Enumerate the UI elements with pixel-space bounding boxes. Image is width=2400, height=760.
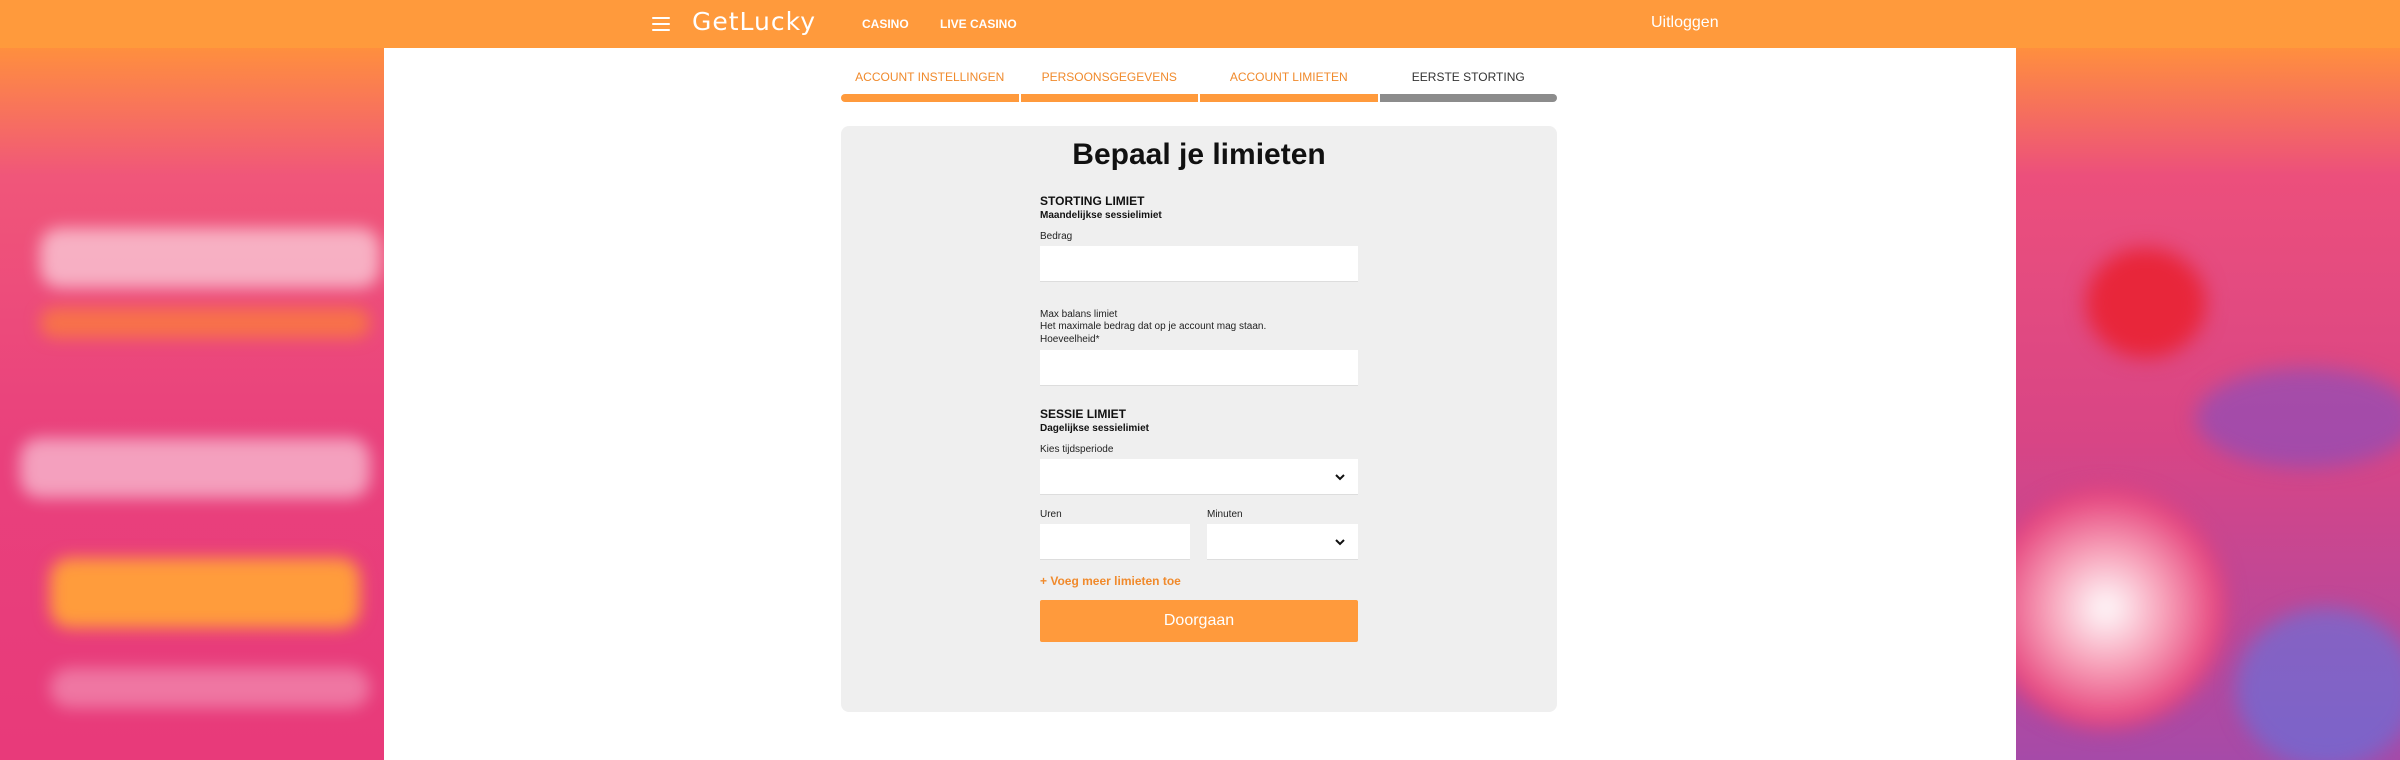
step-label: PERSOONSGEGEVENS bbox=[1041, 70, 1177, 84]
continue-button[interactable]: Doorgaan bbox=[1040, 600, 1358, 642]
add-more-limits-link[interactable]: + Voeg meer limieten toe bbox=[1040, 574, 1358, 588]
step-progress-bar bbox=[1020, 94, 1198, 102]
max-balance-description: Het maximale bedrag dat op je account ma… bbox=[1040, 321, 1267, 332]
background-banner-right bbox=[2016, 48, 2400, 760]
step-label: ACCOUNT INSTELLINGEN bbox=[855, 70, 1005, 84]
quantity-label: Hoeveelheid* bbox=[1040, 334, 1100, 345]
top-navigation: GetLucky CASINO LIVE CASINO Uitloggen bbox=[0, 0, 2400, 48]
progress-steps: ACCOUNT INSTELLINGEN PERSOONSGEGEVENS AC… bbox=[841, 70, 1557, 104]
nav-link-live-casino[interactable]: LIVE CASINO bbox=[940, 17, 1017, 31]
session-limit-title: SESSIE LIMIET bbox=[1040, 407, 1127, 421]
chevron-down-icon bbox=[1335, 539, 1345, 546]
step-account-settings[interactable]: ACCOUNT INSTELLINGEN bbox=[841, 70, 1019, 104]
form-title: Bepaal je limieten bbox=[1072, 138, 1326, 171]
quantity-input[interactable] bbox=[1040, 350, 1358, 386]
minutes-select[interactable] bbox=[1207, 524, 1358, 560]
limits-form: STORTING LIMIET Maandelijkse sessielimie… bbox=[1040, 194, 1358, 642]
main-panel: ACCOUNT INSTELLINGEN PERSOONSGEGEVENS AC… bbox=[384, 48, 2016, 760]
chevron-down-icon bbox=[1335, 474, 1345, 481]
step-personal-details[interactable]: PERSOONSGEGEVENS bbox=[1020, 70, 1198, 104]
step-first-deposit[interactable]: EERSTE STORTING bbox=[1379, 70, 1557, 104]
hours-input[interactable] bbox=[1040, 524, 1190, 560]
logo[interactable]: GetLucky bbox=[692, 7, 816, 36]
deposit-limit-subtitle: Maandelijkse sessielimiet bbox=[1040, 210, 1162, 221]
deposit-limit-title: STORTING LIMIET bbox=[1040, 194, 1145, 208]
step-progress-bar bbox=[1200, 94, 1378, 102]
hamburger-menu-icon[interactable] bbox=[652, 17, 670, 31]
step-label: EERSTE STORTING bbox=[1411, 70, 1525, 84]
period-label: Kies tijdsperiode bbox=[1040, 444, 1114, 455]
max-balance-title: Max balans limiet bbox=[1040, 309, 1118, 320]
background-banner-left bbox=[0, 48, 384, 760]
logout-link[interactable]: Uitloggen bbox=[1651, 14, 1719, 32]
hours-label: Uren bbox=[1040, 509, 1062, 520]
step-progress-bar bbox=[841, 94, 1019, 102]
nav-link-casino[interactable]: CASINO bbox=[862, 17, 909, 31]
period-select[interactable] bbox=[1040, 459, 1358, 495]
limits-form-card: Bepaal je limieten STORTING LIMIET Maand… bbox=[841, 126, 1557, 712]
session-limit-subtitle: Dagelijkse sessielimiet bbox=[1040, 423, 1149, 434]
step-label: ACCOUNT LIMIETEN bbox=[1229, 70, 1348, 84]
step-account-limits[interactable]: ACCOUNT LIMIETEN bbox=[1200, 70, 1378, 104]
amount-label: Bedrag bbox=[1040, 231, 1073, 242]
step-progress-bar bbox=[1379, 94, 1557, 102]
minutes-label: Minuten bbox=[1207, 509, 1243, 520]
amount-input[interactable] bbox=[1040, 246, 1358, 282]
